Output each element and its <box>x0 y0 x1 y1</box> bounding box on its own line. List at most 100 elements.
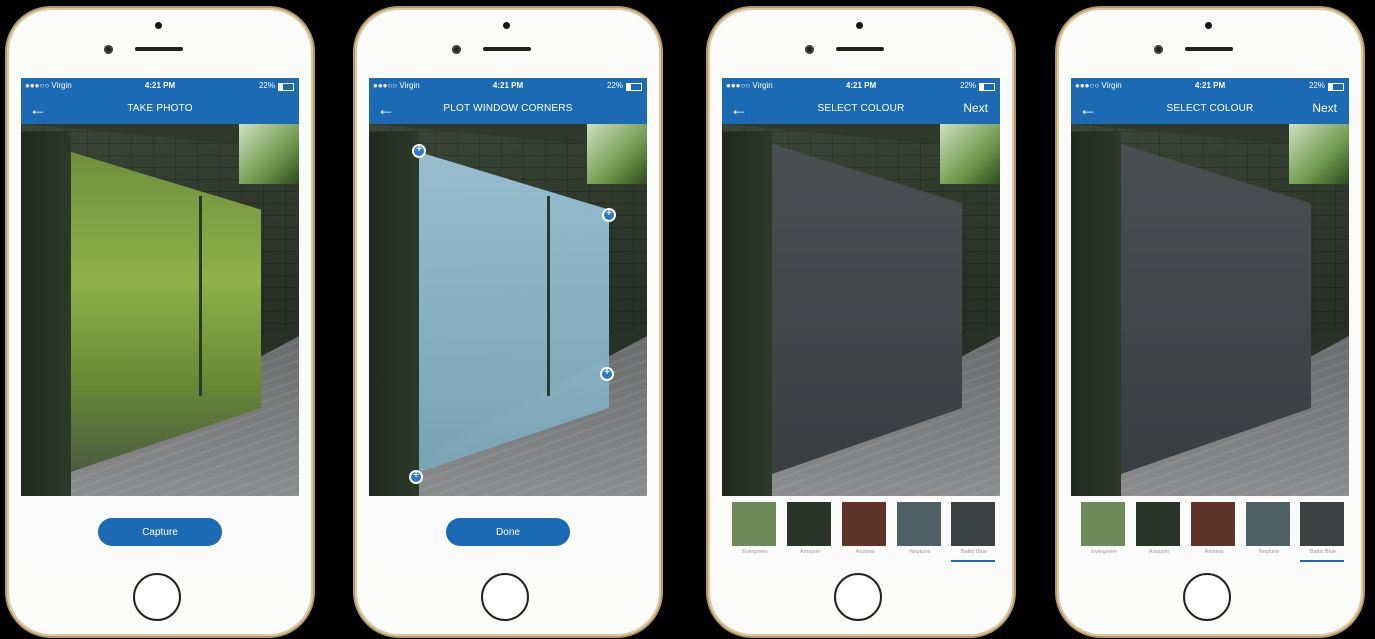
swatch-list: Evergreen Amazon Arizona Neptune Baltic … <box>1077 502 1346 566</box>
page-title: SELECT COLOUR <box>817 103 905 114</box>
status-bar: ●●●○○ Virgin 4:21 PM 22% <box>21 78 299 94</box>
phone-take-photo: ●●●○○ Virgin 4:21 PM 22% ← TAKE PHOTO Ca… <box>7 8 313 636</box>
swatch-color[interactable] <box>1300 502 1344 546</box>
swatch-color[interactable] <box>951 502 995 546</box>
swatch-color[interactable] <box>1081 502 1125 546</box>
earpiece <box>135 47 183 51</box>
window-mullion <box>547 195 550 397</box>
front-camera <box>1154 45 1163 54</box>
swatch-label: Baltic Blue <box>961 549 987 555</box>
swatch-color[interactable] <box>787 502 831 546</box>
wall-pillar <box>1071 132 1121 496</box>
battery-label: 22% <box>606 81 623 90</box>
photo-preview <box>369 124 647 496</box>
preview-image <box>1071 124 1349 496</box>
next-button[interactable]: Next <box>1312 101 1337 115</box>
time-label: 4:21 PM <box>1194 81 1226 90</box>
time-label: 4:21 PM <box>144 81 176 90</box>
proximity-sensor <box>856 22 863 29</box>
selected-indicator <box>1300 560 1344 562</box>
nav-bar: ← SELECT COLOUR Next <box>722 94 1000 124</box>
earpiece <box>483 47 531 51</box>
action-area: Done <box>369 496 647 570</box>
screen: ●●●○○ Virgin 4:21 PM 22% ← TAKE PHOTO Ca… <box>21 78 299 570</box>
swatch-color[interactable] <box>1246 502 1290 546</box>
wall-pillar <box>21 132 71 496</box>
swatch-arizona[interactable]: Arizona <box>1191 502 1237 564</box>
swatch-amazon[interactable]: Amazon <box>787 502 833 564</box>
swatch-label: Neptune <box>909 549 931 555</box>
battery-label: 22% <box>258 81 275 90</box>
wall-pillar <box>722 132 772 496</box>
battery-label: 22% <box>959 81 976 90</box>
capture-button[interactable]: Capture <box>98 518 222 546</box>
swatch-arizona[interactable]: Arizona <box>842 502 888 564</box>
home-button[interactable] <box>1183 573 1231 621</box>
corner-handle-top-right-icon[interactable] <box>602 208 616 222</box>
swatch-evergreen[interactable]: Evergreen <box>732 502 778 564</box>
swatch-label: Evergreen <box>742 549 768 555</box>
proximity-sensor <box>503 22 510 29</box>
home-button[interactable] <box>834 573 882 621</box>
trees <box>940 124 1000 184</box>
phone-select-colour: ●●●○○ Virgin 4:21 PM 22% ← SELECT COLOUR… <box>708 8 1014 636</box>
nav-bar: ← SELECT COLOUR Next <box>1071 94 1349 124</box>
swatch-list: Evergreen Amazon Arizona Neptune Baltic … <box>728 502 997 566</box>
swatch-color[interactable] <box>842 502 886 546</box>
swatch-label: Baltic Blue <box>1310 549 1336 555</box>
trees <box>1289 124 1349 184</box>
battery-icon <box>278 83 294 91</box>
swatch-label: Amazon <box>1148 549 1170 555</box>
swatch-evergreen[interactable]: Evergreen <box>1081 502 1127 564</box>
proximity-sensor <box>155 22 162 29</box>
corner-handle-bottom-right-icon[interactable] <box>600 367 614 381</box>
screen: ●●●○○ Virgin 4:21 PM 22% ← SELECT COLOUR… <box>722 78 1000 570</box>
screen: ●●●○○ Virgin 4:21 PM 22% ← PLOT WINDOW C… <box>369 78 647 570</box>
earpiece <box>836 47 884 51</box>
swatch-color[interactable] <box>732 502 776 546</box>
colour-picker: Evergreen Amazon Arizona Neptune Baltic … <box>722 496 1000 570</box>
home-button[interactable] <box>481 573 529 621</box>
swatch-label: Arizona <box>855 549 875 555</box>
earpiece <box>1185 47 1233 51</box>
swatch-baltic-blue[interactable]: Baltic Blue <box>1300 502 1346 564</box>
camera-preview <box>21 124 299 496</box>
swatch-label: Neptune <box>1258 549 1280 555</box>
trees <box>587 124 647 184</box>
time-label: 4:21 PM <box>492 81 524 90</box>
window-mullion <box>199 195 202 397</box>
trees <box>239 124 299 184</box>
corner-handle-bottom-left-icon[interactable] <box>409 470 423 484</box>
battery-icon <box>626 83 642 91</box>
done-button[interactable]: Done <box>446 518 570 546</box>
battery-label: 22% <box>1308 81 1325 90</box>
nav-bar: ← PLOT WINDOW CORNERS <box>369 94 647 124</box>
swatch-label: Arizona <box>1204 549 1224 555</box>
front-camera <box>452 45 461 54</box>
wall-pillar <box>369 132 419 496</box>
status-bar: ●●●○○ Virgin 4:21 PM 22% <box>369 78 647 94</box>
swatch-neptune[interactable]: Neptune <box>897 502 943 564</box>
swatch-color[interactable] <box>897 502 941 546</box>
swatch-label: Evergreen <box>1091 549 1117 555</box>
battery-icon <box>1328 83 1344 91</box>
home-button[interactable] <box>133 573 181 621</box>
status-bar: ●●●○○ Virgin 4:21 PM 22% <box>1071 78 1349 94</box>
phone-select-colour-2: ●●●○○ Virgin 4:21 PM 22% ← SELECT COLOUR… <box>1057 8 1363 636</box>
swatch-neptune[interactable]: Neptune <box>1246 502 1292 564</box>
corner-handle-top-left-icon[interactable] <box>412 144 426 158</box>
front-camera <box>805 45 814 54</box>
next-button[interactable]: Next <box>963 101 988 115</box>
phone-plot-corners: ●●●○○ Virgin 4:21 PM 22% ← PLOT WINDOW C… <box>355 8 661 636</box>
swatch-color[interactable] <box>1191 502 1235 546</box>
selected-indicator <box>951 560 995 562</box>
swatch-baltic-blue[interactable]: Baltic Blue <box>951 502 997 564</box>
screen: ●●●○○ Virgin 4:21 PM 22% ← SELECT COLOUR… <box>1071 78 1349 570</box>
swatch-amazon[interactable]: Amazon <box>1136 502 1182 564</box>
status-bar: ●●●○○ Virgin 4:21 PM 22% <box>722 78 1000 94</box>
proximity-sensor <box>1205 22 1212 29</box>
swatch-color[interactable] <box>1136 502 1180 546</box>
front-camera <box>104 45 113 54</box>
page-title: PLOT WINDOW CORNERS <box>443 103 573 114</box>
swatch-label: Amazon <box>799 549 821 555</box>
